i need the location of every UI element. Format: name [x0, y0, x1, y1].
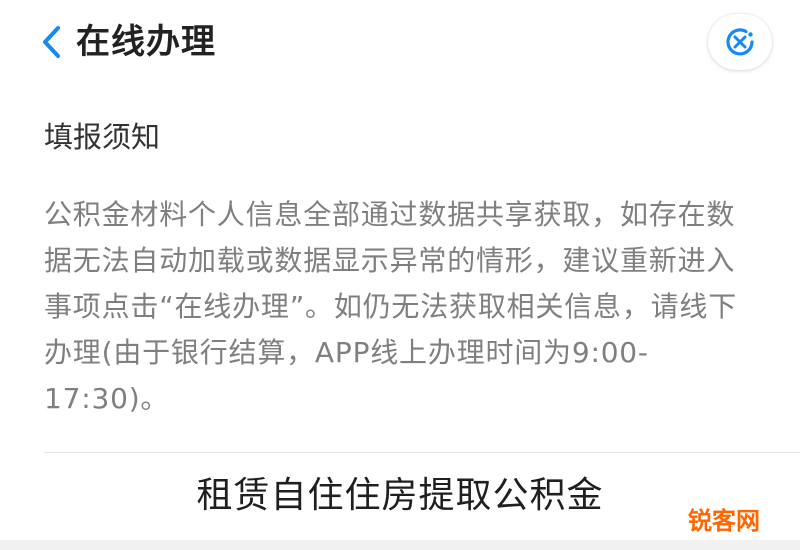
screen: 在线办理 填报须知 公积金材料个人信息全部通过数据共享获取，如存在数据无法自动加…	[0, 0, 800, 550]
close-mini-program-button[interactable]	[708, 14, 772, 70]
notice-section: 填报须知 公积金材料个人信息全部通过数据共享获取，如存在数据无法自动加载或数据显…	[44, 112, 764, 422]
notice-heading: 填报须知	[44, 120, 161, 154]
rental-housing-fund-withdrawal-item[interactable]: 租赁自住住房提取公积金	[0, 454, 800, 538]
chevron-left-icon	[43, 26, 60, 58]
site-watermark: 锐客网	[688, 507, 760, 535]
notice-body: 公积金材料个人信息全部通过数据共享获取，如存在数据无法自动加载或数据显示异常的情…	[44, 198, 738, 415]
section-divider	[44, 452, 800, 453]
bottom-strip	[0, 540, 800, 550]
page-title: 在线办理	[76, 22, 216, 62]
back-button[interactable]	[34, 22, 70, 62]
top-navigation-bar: 在线办理	[0, 0, 800, 90]
close-mini-program-icon	[726, 28, 754, 56]
rental-housing-fund-withdrawal-label: 租赁自住住房提取公积金	[196, 475, 604, 516]
